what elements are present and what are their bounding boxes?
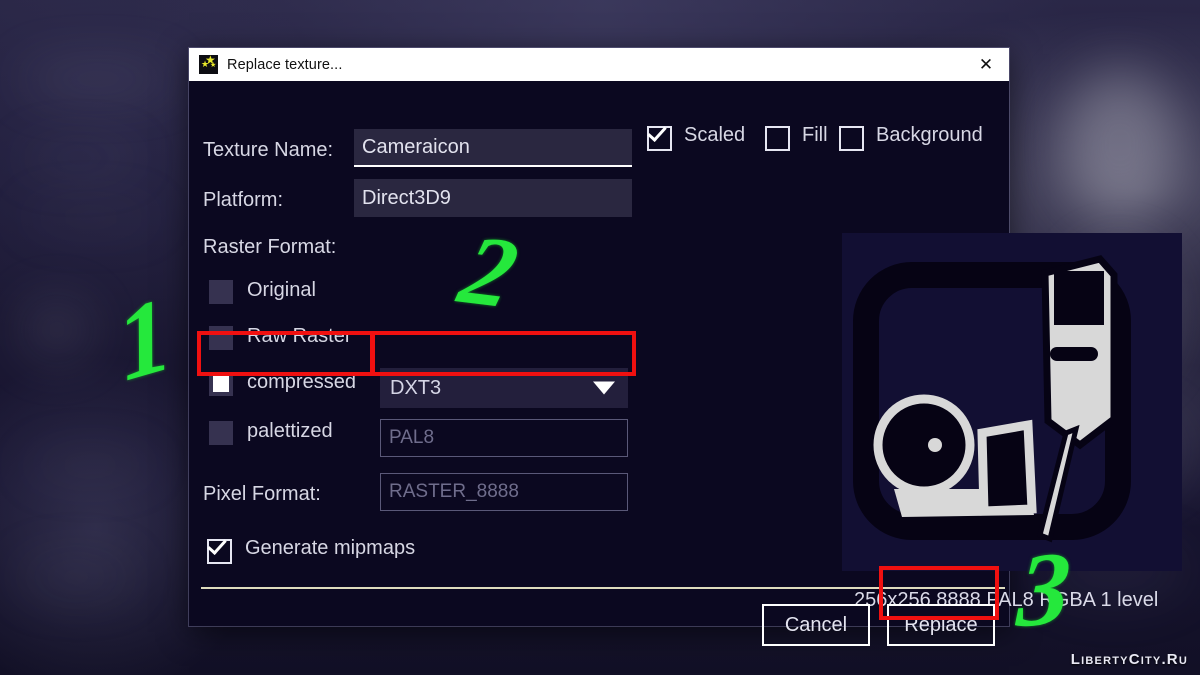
background-smudge <box>20 455 160 475</box>
stars-icon: ★ ★ ★ <box>199 54 218 74</box>
platform-label: Platform: <box>203 189 284 211</box>
settings-panel: Texture Name: Cameraicon Platform: Direc… <box>189 81 639 626</box>
background-smudge <box>22 300 92 360</box>
checkbox-scaled[interactable] <box>647 121 672 151</box>
annotation-step-3: 3 <box>1014 529 1075 650</box>
pixel-format-input[interactable]: RASTER_8888 <box>380 473 628 511</box>
replace-button[interactable]: Replace <box>887 604 995 646</box>
palette-format-input[interactable]: PAL8 <box>380 419 628 457</box>
watermark-text: LibertyCity.Ru <box>1070 651 1188 668</box>
label-generate-mipmaps: Generate mipmaps <box>245 537 416 559</box>
label-scaled: Scaled <box>684 124 746 146</box>
background-smudge <box>14 148 144 168</box>
dialog-body: Texture Name: Cameraicon Platform: Direc… <box>189 81 1182 646</box>
label-background: Background <box>876 124 983 146</box>
background-smudge <box>16 560 136 594</box>
dialog-titlebar[interactable]: ★ ★ ★ Replace texture... ✕ <box>189 48 1009 81</box>
label-raw-raster: Raw Raster <box>247 325 352 347</box>
label-fill: Fill <box>802 124 828 146</box>
chevron-down-icon <box>593 381 615 395</box>
pixel-format-label: Pixel Format: <box>203 483 321 505</box>
checkbox-raw-raster[interactable] <box>209 326 233 350</box>
close-icon[interactable]: ✕ <box>963 48 1009 81</box>
checkbox-original[interactable] <box>209 280 233 304</box>
label-compressed: compressed <box>247 371 356 393</box>
checkbox-compressed[interactable] <box>209 372 233 396</box>
checkbox-palettized[interactable] <box>209 421 233 445</box>
cancel-button[interactable]: Cancel <box>762 604 870 646</box>
label-palettized: palettized <box>247 420 333 442</box>
checkbox-compressed-check <box>213 376 229 392</box>
camera-icon-texture <box>853 255 1131 543</box>
background-smudge <box>18 66 178 92</box>
background-smudge <box>1060 70 1180 220</box>
checkbox-background[interactable] <box>839 126 864 151</box>
footer-divider <box>201 587 1005 589</box>
checkmark-icon <box>647 121 667 143</box>
dialog-title: Replace texture... <box>227 56 343 73</box>
checkbox-fill[interactable] <box>765 126 790 151</box>
checkbox-generate-mipmaps[interactable] <box>207 534 232 564</box>
compression-format-value: DXT3 <box>390 376 442 399</box>
compression-format-dropdown[interactable]: DXT3 <box>380 368 628 408</box>
platform-input[interactable]: Direct3D9 <box>354 179 632 217</box>
texture-name-input[interactable]: Cameraicon <box>354 129 632 167</box>
label-original: Original <box>247 279 316 301</box>
checkmark-icon <box>207 534 227 556</box>
replace-texture-dialog: ★ ★ ★ Replace texture... ✕ Texture Name:… <box>189 48 1182 646</box>
texture-name-label: Texture Name: <box>203 139 334 161</box>
raster-format-label: Raster Format: <box>203 236 337 258</box>
background-smudge <box>16 208 166 226</box>
texture-preview-image <box>842 233 1182 571</box>
